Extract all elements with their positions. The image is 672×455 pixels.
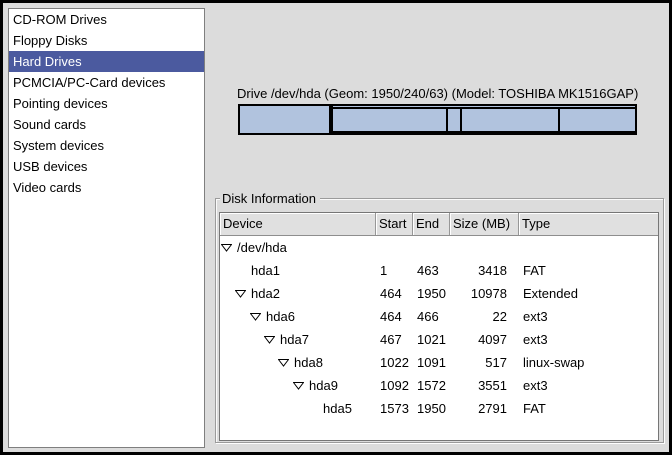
disk-information-legend: Disk Information xyxy=(220,191,320,206)
sidebar-item-video-cards[interactable]: Video cards xyxy=(9,177,204,198)
start-cell: 1573 xyxy=(376,397,413,420)
expander-icon[interactable] xyxy=(278,351,289,374)
column-header-end[interactable]: End xyxy=(413,213,450,235)
expander-icon[interactable] xyxy=(293,374,304,397)
table-row-hda8[interactable]: hda8 10221091517linux-swap xyxy=(220,351,658,374)
size-cell: 517 xyxy=(450,351,519,374)
device-cell: hda6 xyxy=(220,305,376,328)
device-label: hda7 xyxy=(280,328,309,351)
partition-segment-hda7 xyxy=(333,107,446,133)
type-cell xyxy=(519,236,658,259)
sidebar-item-system-devices[interactable]: System devices xyxy=(9,135,204,156)
start-cell xyxy=(376,236,413,259)
partition-segment-hda5 xyxy=(558,107,635,133)
end-cell: 1572 xyxy=(413,374,450,397)
device-category-list: CD-ROM DrivesFloppy DisksHard DrivesPCMC… xyxy=(8,8,205,448)
disk-table-body: /dev/hdahda114633418FAThda2464195010978E… xyxy=(220,236,658,420)
start-cell: 467 xyxy=(376,328,413,351)
end-cell: 1091 xyxy=(413,351,450,374)
type-cell: ext3 xyxy=(519,305,658,328)
device-label: hda6 xyxy=(266,305,295,328)
start-cell: 1 xyxy=(376,259,413,282)
device-label: hda9 xyxy=(309,374,338,397)
table-row-hda1[interactable]: hda1 14633418FAT xyxy=(220,259,658,282)
end-cell: 1950 xyxy=(413,397,450,420)
end-cell: 463 xyxy=(413,259,450,282)
disk-table: DeviceStartEndSize (MB)Type /dev/hdahda1… xyxy=(219,212,659,441)
sidebar-item-sound-cards[interactable]: Sound cards xyxy=(9,114,204,135)
size-cell: 3418 xyxy=(450,259,519,282)
partition-segment-hda2 xyxy=(331,104,637,135)
column-header-type[interactable]: Type xyxy=(519,213,658,235)
device-label: /dev/hda xyxy=(237,236,287,259)
device-cell: hda1 xyxy=(220,259,376,282)
start-cell: 1022 xyxy=(376,351,413,374)
partition-segment-hda9 xyxy=(460,107,558,133)
size-cell: 10978 xyxy=(450,282,519,305)
partition-segment-hda1 xyxy=(238,104,331,135)
end-cell: 1021 xyxy=(413,328,450,351)
drive-title: Drive /dev/hda (Geom: 1950/240/63) (Mode… xyxy=(237,86,638,101)
table-row-hda2[interactable]: hda2 464195010978Extended xyxy=(220,282,658,305)
device-cell: hda7 xyxy=(220,328,376,351)
start-cell: 464 xyxy=(376,282,413,305)
hardware-browser-window: CD-ROM DrivesFloppy DisksHard DrivesPCMC… xyxy=(0,0,672,455)
size-cell xyxy=(450,236,519,259)
table-row-hda9[interactable]: hda9 109215723551ext3 xyxy=(220,374,658,397)
type-cell: FAT xyxy=(519,397,658,420)
start-cell: 1092 xyxy=(376,374,413,397)
sidebar-item-pointing-devices[interactable]: Pointing devices xyxy=(9,93,204,114)
type-cell: ext3 xyxy=(519,328,658,351)
column-header-start[interactable]: Start xyxy=(376,213,413,235)
disk-table-header: DeviceStartEndSize (MB)Type xyxy=(220,213,658,236)
end-cell: 1950 xyxy=(413,282,450,305)
size-cell: 22 xyxy=(450,305,519,328)
size-cell: 2791 xyxy=(450,397,519,420)
table-row-hda5[interactable]: hda5 157319502791FAT xyxy=(220,397,658,420)
device-cell: /dev/hda xyxy=(220,236,376,259)
column-header-device[interactable]: Device xyxy=(220,213,376,235)
start-cell: 464 xyxy=(376,305,413,328)
expander-icon[interactable] xyxy=(221,236,232,259)
type-cell: Extended xyxy=(519,282,658,305)
table-row-hda6[interactable]: hda6 46446622ext3 xyxy=(220,305,658,328)
device-cell: hda5 xyxy=(220,397,376,420)
end-cell: 466 xyxy=(413,305,450,328)
sidebar-item-pcmcia-pc-card-devices[interactable]: PCMCIA/PC-Card devices xyxy=(9,72,204,93)
size-cell: 4097 xyxy=(450,328,519,351)
expander-icon[interactable] xyxy=(250,305,261,328)
column-header-size-mb-[interactable]: Size (MB) xyxy=(450,213,519,235)
expander-icon[interactable] xyxy=(235,282,246,305)
device-label: hda2 xyxy=(251,282,280,305)
sidebar-item-usb-devices[interactable]: USB devices xyxy=(9,156,204,177)
logical-partitions xyxy=(333,107,635,133)
end-cell xyxy=(413,236,450,259)
device-label: hda5 xyxy=(323,397,352,420)
device-label: hda1 xyxy=(251,259,280,282)
type-cell: linux-swap xyxy=(519,351,658,374)
type-cell: ext3 xyxy=(519,374,658,397)
type-cell: FAT xyxy=(519,259,658,282)
partition-segment-hda8 xyxy=(446,107,460,133)
table-row--dev-hda[interactable]: /dev/hda xyxy=(220,236,658,259)
sidebar-item-cd-rom-drives[interactable]: CD-ROM Drives xyxy=(9,9,204,30)
disk-information-group: Disk Information DeviceStartEndSize (MB)… xyxy=(215,198,664,443)
device-cell: hda8 xyxy=(220,351,376,374)
sidebar-item-hard-drives[interactable]: Hard Drives xyxy=(9,51,204,72)
expander-icon[interactable] xyxy=(264,328,275,351)
table-row-hda7[interactable]: hda7 46710214097ext3 xyxy=(220,328,658,351)
partition-bar xyxy=(238,104,637,135)
sidebar-item-floppy-disks[interactable]: Floppy Disks xyxy=(9,30,204,51)
device-cell: hda2 xyxy=(220,282,376,305)
size-cell: 3551 xyxy=(450,374,519,397)
device-label: hda8 xyxy=(294,351,323,374)
device-cell: hda9 xyxy=(220,374,376,397)
